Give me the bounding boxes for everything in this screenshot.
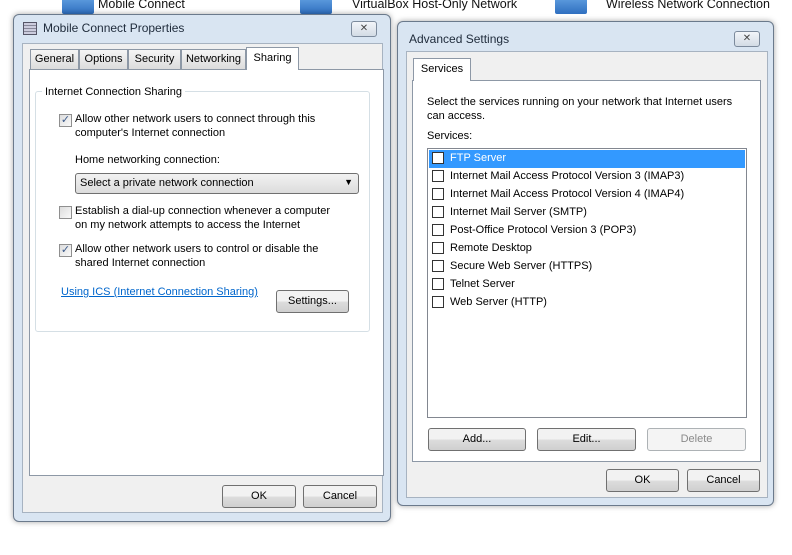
service-list-item[interactable]: Secure Web Server (HTTPS)	[429, 258, 745, 276]
tab-options[interactable]: Options	[79, 49, 128, 69]
service-checkbox[interactable]	[432, 296, 444, 308]
service-list-item[interactable]: Web Server (HTTP)	[429, 294, 745, 312]
services-list[interactable]: FTP Server Internet Mail Access Protocol …	[427, 148, 747, 418]
service-checkbox[interactable]	[432, 170, 444, 182]
network-icon	[555, 0, 587, 14]
ics-help-link[interactable]: Using ICS (Internet Connection Sharing)	[61, 285, 258, 299]
service-label: Internet Mail Access Protocol Version 3 …	[450, 170, 685, 182]
delete-button: Delete	[647, 428, 746, 451]
home-networking-select[interactable]: Select a private network connection ▼	[75, 173, 359, 194]
tab-sharing[interactable]: Sharing	[246, 47, 299, 70]
network-icon	[62, 0, 94, 14]
service-checkbox[interactable]	[432, 224, 444, 236]
select-value: Select a private network connection	[80, 177, 254, 189]
service-list-item[interactable]: Telnet Server	[429, 276, 745, 294]
service-label: FTP Server	[450, 152, 507, 164]
network-adapter-icon	[23, 22, 37, 35]
service-label: Internet Mail Access Protocol Version 4 …	[450, 188, 685, 200]
service-checkbox[interactable]	[432, 278, 444, 290]
dialup-checkbox[interactable]	[59, 206, 72, 219]
bg-item-mobile-connect[interactable]: Mobile Connect	[98, 0, 185, 11]
bg-item-wireless[interactable]: Wireless Network Connection	[606, 0, 770, 11]
service-label: Remote Desktop	[450, 242, 532, 254]
bg-item-virtualbox[interactable]: VirtualBox Host-Only Network	[352, 0, 517, 11]
tab-security[interactable]: Security	[128, 49, 181, 69]
network-icon	[300, 0, 332, 14]
allow-connect-checkbox[interactable]: ✓	[59, 114, 72, 127]
tab-networking[interactable]: Networking	[181, 49, 246, 69]
advanced-settings-dialog: Advanced Settings ✕ Services Select the …	[397, 21, 774, 506]
tab-general[interactable]: General	[30, 49, 79, 69]
allow-control-checkbox[interactable]: ✓	[59, 244, 72, 257]
service-label: Post-Office Protocol Version 3 (POP3)	[450, 224, 637, 236]
close-button[interactable]: ✕	[734, 31, 760, 47]
service-checkbox[interactable]	[432, 206, 444, 218]
service-label: Secure Web Server (HTTPS)	[450, 260, 593, 272]
settings-button[interactable]: Settings...	[276, 290, 349, 313]
edit-button[interactable]: Edit...	[537, 428, 636, 451]
service-checkbox[interactable]	[432, 260, 444, 272]
services-label: Services:	[427, 130, 473, 142]
home-networking-label: Home networking connection:	[75, 154, 220, 166]
service-label: Internet Mail Server (SMTP)	[450, 206, 587, 218]
service-label: Telnet Server	[450, 278, 515, 290]
service-label: Web Server (HTTP)	[450, 296, 547, 308]
service-list-item[interactable]: Remote Desktop	[429, 240, 745, 258]
service-checkbox[interactable]	[432, 242, 444, 254]
tab-services[interactable]: Services	[413, 58, 471, 81]
dialup-label: Establish a dial-up connection whenever …	[75, 205, 330, 231]
cancel-button[interactable]: Cancel	[687, 469, 760, 492]
service-list-item[interactable]: Internet Mail Access Protocol Version 4 …	[429, 186, 745, 204]
allow-control-label: Allow other network users to control or …	[75, 243, 319, 269]
chevron-down-icon: ▼	[344, 177, 353, 187]
service-checkbox[interactable]	[432, 152, 444, 164]
dialog-client: Services Select the services running on …	[406, 51, 768, 498]
service-list-item[interactable]: Post-Office Protocol Version 3 (POP3)	[429, 222, 745, 240]
service-list-item[interactable]: Internet Mail Server (SMTP)	[429, 204, 745, 222]
services-panel: Select the services running on your netw…	[412, 80, 761, 462]
ok-button[interactable]: OK	[222, 485, 296, 508]
service-list-item[interactable]: Internet Mail Access Protocol Version 3 …	[429, 168, 745, 186]
dialog-title: Mobile Connect Properties	[43, 21, 185, 35]
cancel-button[interactable]: Cancel	[303, 485, 377, 508]
dialog-client: General Options Security Networking Shar…	[22, 43, 384, 513]
dialog-title: Advanced Settings	[409, 32, 510, 46]
ok-button[interactable]: OK	[606, 469, 679, 492]
group-title: Internet Connection Sharing	[42, 85, 185, 99]
allow-connect-label: Allow other network users to connect thr…	[75, 113, 316, 139]
properties-dialog: Mobile Connect Properties ✕ General Opti…	[13, 14, 391, 522]
service-checkbox[interactable]	[432, 188, 444, 200]
close-button[interactable]: ✕	[351, 21, 377, 37]
service-list-item[interactable]: FTP Server	[429, 150, 745, 168]
sharing-panel: Internet Connection Sharing ✓ Allow othe…	[29, 69, 384, 476]
add-button[interactable]: Add...	[428, 428, 526, 451]
description: Select the services running on your netw…	[427, 96, 733, 122]
